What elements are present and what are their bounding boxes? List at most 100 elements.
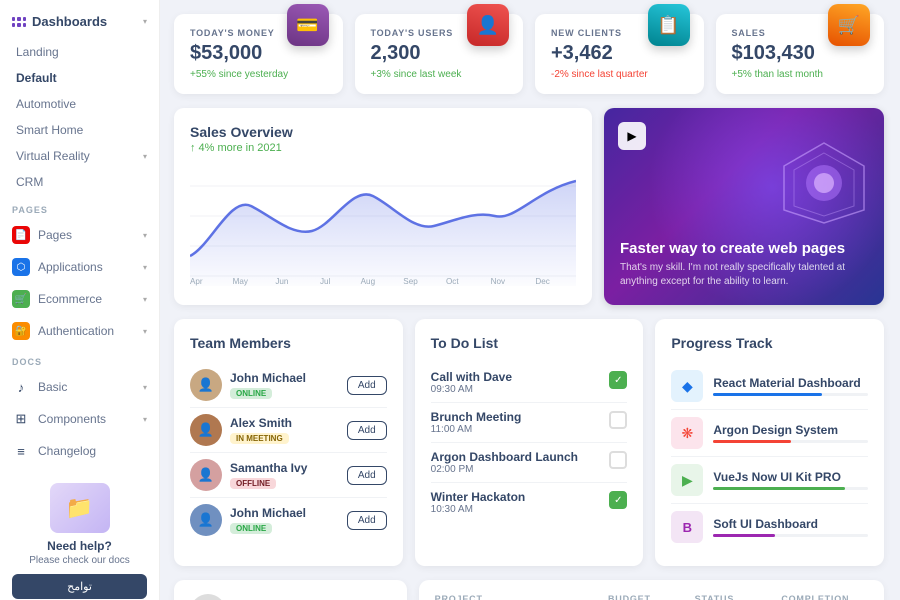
sidebar-item-smarthome[interactable]: Smart Home xyxy=(0,117,159,143)
avatar: 👤 xyxy=(190,504,222,536)
col-status: STATUS xyxy=(695,594,782,600)
chart-subtitle: ↑ 4% more in 2021 xyxy=(190,142,576,154)
status-badge: ONLINE xyxy=(230,523,272,534)
add-member-button[interactable]: Add xyxy=(347,511,387,530)
todo-info: Call with Dave 09:30 AM xyxy=(431,370,610,395)
pages-chevron-icon: ▾ xyxy=(143,231,147,240)
todo-info: Brunch Meeting 11:00 AM xyxy=(431,410,610,435)
col-completion: COMPLETION xyxy=(781,594,868,600)
todo-checkbox[interactable] xyxy=(609,411,627,429)
svg-text:Nov: Nov xyxy=(491,277,505,286)
avatar: 👤 xyxy=(190,414,222,446)
promo-geometry xyxy=(774,138,874,228)
add-member-button[interactable]: Add xyxy=(347,421,387,440)
progress-track-card: Progress Track ◆ React Material Dashboar… xyxy=(655,319,884,566)
todo-checkbox[interactable]: ✓ xyxy=(609,371,627,389)
todo-name: Winter Hackaton xyxy=(431,490,610,504)
help-subtitle: Please check our docs xyxy=(12,555,147,566)
help-button[interactable]: توامح xyxy=(12,574,147,599)
add-member-button[interactable]: Add xyxy=(347,466,387,485)
avatar: 👤 xyxy=(190,594,226,600)
sidebar-item-landing[interactable]: Landing xyxy=(0,39,159,65)
stat-card-clients: 📋 NEW CLIENTS +3,462 -2% since last quar… xyxy=(535,14,704,94)
sales-change: +5% than last month xyxy=(732,69,869,80)
ecommerce-chevron-icon: ▾ xyxy=(143,295,147,304)
basic-chevron-icon: ▾ xyxy=(143,383,147,392)
clients-icon: 📋 xyxy=(648,4,690,46)
help-illustration: 📁 xyxy=(50,483,110,533)
ecommerce-icon: 🛒 xyxy=(12,290,30,308)
list-item: Call with Dave 09:30 AM ✓ xyxy=(431,363,628,403)
promo-play-icon[interactable]: ▶ xyxy=(618,122,646,150)
progress-bar xyxy=(713,487,868,490)
list-item: Winter Hackaton 10:30 AM ✓ xyxy=(431,483,628,522)
todo-time: 09:30 AM xyxy=(431,384,610,395)
pages-section-label: PAGES xyxy=(0,195,159,219)
sidebar-item-authentication[interactable]: 🔐 Authentication ▾ xyxy=(0,315,159,347)
svg-text:Jul: Jul xyxy=(320,277,331,286)
help-title: Need help? xyxy=(12,539,147,553)
sidebar-item-default[interactable]: Default xyxy=(0,65,159,91)
list-item: 👤 Alex Smith IN MEETING Add xyxy=(190,408,387,453)
stat-card-sales: 🛒 SALES $103,430 +5% than last month xyxy=(716,14,885,94)
progress-bar xyxy=(713,393,868,396)
member-name: John Michael xyxy=(230,506,347,520)
sidebar-item-components[interactable]: ⊞ Components ▾ xyxy=(0,403,159,435)
promo-title: Faster way to create web pages xyxy=(620,240,868,257)
progress-logo: ◆ xyxy=(671,370,703,402)
avatar: 👤 xyxy=(190,459,222,491)
list-item: ❋ Argon Design System xyxy=(671,410,868,457)
todo-info: Argon Dashboard Launch 02:00 PM xyxy=(431,450,610,475)
chevron-down-icon: ▾ xyxy=(143,17,147,26)
member-name: Alex Smith xyxy=(230,416,347,430)
chevron-right-icon: ▾ xyxy=(143,152,147,161)
member-info: John Michael ONLINE xyxy=(230,506,347,534)
todo-checkbox[interactable]: ✓ xyxy=(609,491,627,509)
member-info: Alex Smith IN MEETING xyxy=(230,416,347,444)
applications-icon: ⬡ xyxy=(12,258,30,276)
member-info: Samantha Ivy OFFLINE xyxy=(230,461,347,489)
svg-text:May: May xyxy=(233,277,248,286)
add-member-button[interactable]: Add xyxy=(347,376,387,395)
progress-name: Argon Design System xyxy=(713,423,868,437)
auth-chevron-icon: ▾ xyxy=(143,327,147,336)
list-item: 👤 Samantha Ivy OFFLINE Add xyxy=(190,453,387,498)
member-info: John Michael ONLINE xyxy=(230,371,347,399)
status-badge: IN MEETING xyxy=(230,433,289,444)
sidebar-item-automotive[interactable]: Automotive xyxy=(0,91,159,117)
pages-icon: 📄 xyxy=(12,226,30,244)
member-name: Samantha Ivy xyxy=(230,461,347,475)
basic-icon: ♪ xyxy=(12,378,30,396)
svg-text:Apr: Apr xyxy=(190,277,203,286)
todo-time: 02:00 PM xyxy=(431,464,610,475)
sidebar-item-vr[interactable]: Virtual Reality ▾ xyxy=(0,143,159,169)
progress-info: React Material Dashboard xyxy=(713,376,868,396)
table-header: PROJECT BUDGET STATUS COMPLETION xyxy=(435,590,868,600)
sidebar-item-basic[interactable]: ♪ Basic ▾ xyxy=(0,371,159,403)
todo-checkbox[interactable] xyxy=(609,451,627,469)
components-chevron-icon: ▾ xyxy=(143,415,147,424)
chart-card: Sales Overview ↑ 4% more in 2021 xyxy=(174,108,592,305)
sidebar-item-ecommerce[interactable]: 🛒 Ecommerce ▾ xyxy=(0,283,159,315)
todo-name: Call with Dave xyxy=(431,370,610,384)
sidebar-item-crm[interactable]: CRM xyxy=(0,169,159,195)
progress-info: VueJs Now UI Kit PRO xyxy=(713,470,868,490)
sidebar-item-changelog[interactable]: ≡ Changelog xyxy=(0,435,159,467)
todo-time: 11:00 AM xyxy=(431,424,610,435)
progress-name: VueJs Now UI Kit PRO xyxy=(713,470,868,484)
sidebar-item-pages[interactable]: 📄 Pages ▾ xyxy=(0,219,159,251)
status-badge: OFFLINE xyxy=(230,478,276,489)
list-item: 👤 John Michael ONLINE Add xyxy=(190,363,387,408)
sidebar-header[interactable]: Dashboards ▾ xyxy=(0,0,159,39)
stats-row: 💳 TODAY'S MONEY $53,000 +55% since yeste… xyxy=(174,14,884,94)
progress-bar xyxy=(713,440,868,443)
todo-name: Brunch Meeting xyxy=(431,410,610,424)
users-icon: 👤 xyxy=(467,4,509,46)
col-project: PROJECT xyxy=(435,594,608,600)
sales-icon: 🛒 xyxy=(828,4,870,46)
help-section: 📁 Need help? Please check our docs توامح xyxy=(0,473,159,600)
promo-desc: That's my skill. I'm not really specific… xyxy=(620,261,868,289)
todo-card: To Do List Call with Dave 09:30 AM ✓ Bru… xyxy=(415,319,644,566)
todo-time: 10:30 AM xyxy=(431,504,610,515)
sidebar-item-applications[interactable]: ⬡ Applications ▾ xyxy=(0,251,159,283)
